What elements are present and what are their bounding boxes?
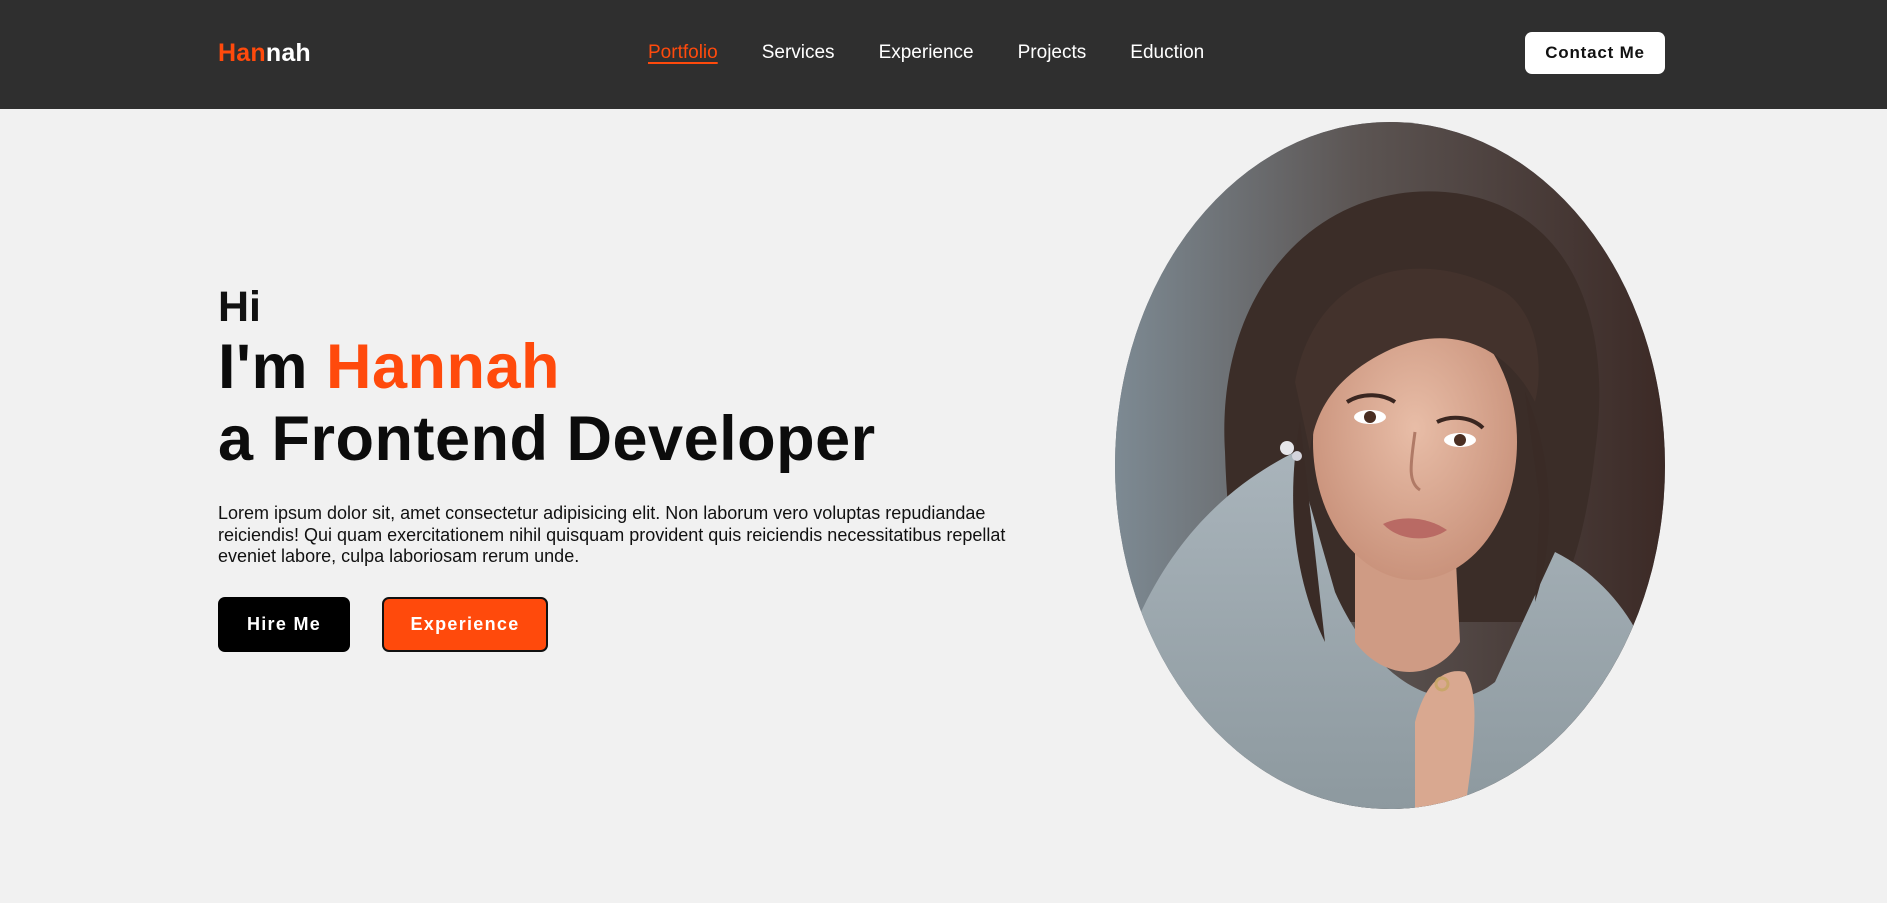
hero-heading: Hi I'm Hannah a Frontend Developer (218, 283, 1018, 475)
portrait-illustration (1115, 122, 1665, 809)
role-line: a Frontend Developer (218, 404, 876, 474)
nav-link-eduction[interactable]: Eduction (1130, 41, 1204, 65)
logo-rest-text: nah (265, 39, 311, 67)
navbar: Hannah Portfolio Services Experience Pro… (0, 0, 1887, 109)
logo[interactable]: Hannah (218, 38, 311, 68)
experience-button[interactable]: Experience (382, 597, 548, 652)
nav-link-projects[interactable]: Projects (1018, 41, 1087, 65)
profile-photo (1115, 122, 1665, 809)
logo-accent-text: Han (218, 39, 266, 67)
hire-me-button[interactable]: Hire Me (218, 597, 350, 652)
nav-link-portfolio[interactable]: Portfolio (648, 41, 718, 65)
nav-link-experience[interactable]: Experience (879, 41, 974, 65)
intro-line: I'm Hannah (218, 331, 1018, 403)
contact-me-button[interactable]: Contact Me (1525, 32, 1665, 74)
hero-description: Lorem ipsum dolor sit, amet consectetur … (218, 503, 1006, 566)
greeting: Hi (218, 283, 261, 331)
hero-name: Hannah (326, 332, 561, 402)
main-nav: Portfolio Services Experience Projects E… (648, 41, 1248, 65)
nav-link-services[interactable]: Services (762, 41, 835, 65)
intro-prefix: I'm (218, 332, 327, 402)
